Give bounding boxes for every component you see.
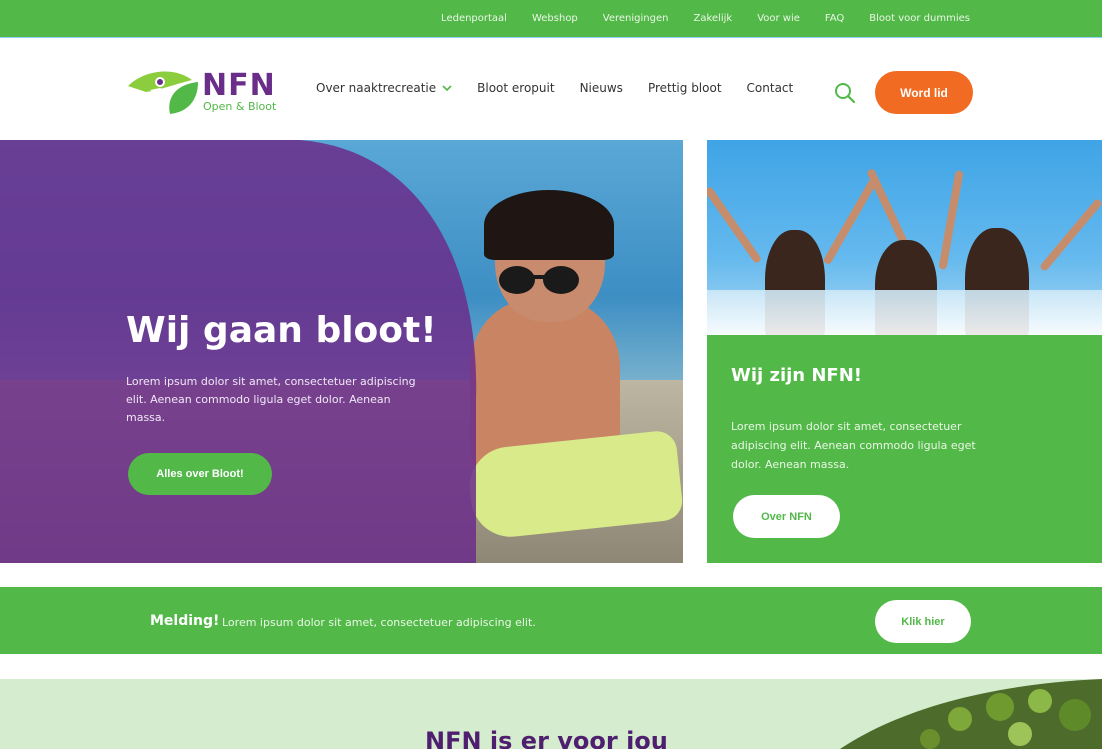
about-card: Wij zijn NFN! Lorem ipsum dolor sit amet… bbox=[707, 335, 1102, 563]
hero-banner: Wij gaan bloot! Lorem ipsum dolor sit am… bbox=[0, 140, 683, 563]
purple-overlay-shape bbox=[0, 140, 477, 563]
photo-arm bbox=[938, 170, 964, 270]
hero-text: Lorem ipsum dolor sit amet, consectetuer… bbox=[126, 375, 416, 424]
utility-link-webshop[interactable]: Webshop bbox=[532, 13, 578, 24]
hero-title: Wij gaan bloot! bbox=[126, 310, 437, 351]
logo-tagline: Open & Bloot bbox=[203, 100, 277, 113]
photo-arm bbox=[1039, 197, 1102, 273]
search-icon[interactable] bbox=[834, 82, 856, 104]
photo-arm bbox=[707, 185, 763, 265]
nav-item-prettig-bloot[interactable]: Prettig bloot bbox=[648, 81, 722, 95]
nav-item-bloot-eropuit[interactable]: Bloot eropuit bbox=[477, 81, 554, 95]
top-utility-bar: Ledenportaal Webshop Verenigingen Zakeli… bbox=[0, 0, 1102, 37]
notification-label: Melding! bbox=[150, 613, 220, 629]
foliage-image bbox=[840, 679, 1102, 749]
utility-links: Ledenportaal Webshop Verenigingen Zakeli… bbox=[416, 0, 970, 37]
section-title: NFN is er voor jou bbox=[425, 727, 668, 749]
utility-link-verenigingen[interactable]: Verenigingen bbox=[603, 13, 669, 24]
nav-item-nieuws[interactable]: Nieuws bbox=[580, 81, 623, 95]
utility-link-faq[interactable]: FAQ bbox=[825, 13, 844, 24]
utility-link-ledenportaal[interactable]: Ledenportaal bbox=[441, 13, 507, 24]
notification-bar: Melding! Lorem ipsum dolor sit amet, con… bbox=[0, 587, 1102, 654]
photo-arm bbox=[822, 174, 880, 266]
utility-link-zakelijk[interactable]: Zakelijk bbox=[693, 13, 732, 24]
about-card-text: Lorem ipsum dolor sit amet, consectetuer… bbox=[731, 420, 976, 471]
main-navigation: Over naaktrecreatie Bloot eropuit Nieuws… bbox=[316, 81, 818, 95]
logo-wordmark: NFN bbox=[202, 68, 276, 103]
nav-item-over-naaktrecreatie[interactable]: Over naaktrecreatie bbox=[316, 81, 452, 95]
main-header: NFN Open & Bloot Over naaktrecreatie Blo… bbox=[0, 37, 1102, 140]
utility-link-bloot-voor-dummies[interactable]: Bloot voor dummies bbox=[869, 13, 970, 24]
about-card-column: Wij zijn NFN! Lorem ipsum dolor sit amet… bbox=[707, 140, 1102, 563]
nav-item-contact[interactable]: Contact bbox=[747, 81, 794, 95]
notification-message: Lorem ipsum dolor sit amet, consectetuer… bbox=[222, 616, 536, 629]
alles-over-bloot-button[interactable]: Alles over Bloot! bbox=[128, 453, 272, 495]
logo-leaf-icon bbox=[128, 71, 198, 114]
about-card-title: Wij zijn NFN! bbox=[731, 365, 862, 386]
site-logo[interactable]: NFN Open & Bloot bbox=[126, 66, 286, 118]
photo-splash bbox=[707, 290, 1102, 335]
about-photo bbox=[707, 140, 1102, 335]
over-nfn-button[interactable]: Over NFN bbox=[733, 495, 840, 538]
intro-section: NFN is er voor jou bbox=[0, 679, 1102, 749]
utility-link-voor-wie[interactable]: Voor wie bbox=[757, 13, 800, 24]
word-lid-button[interactable]: Word lid bbox=[875, 71, 973, 114]
klik-hier-button[interactable]: Klik hier bbox=[875, 600, 971, 643]
nav-item-label: Over naaktrecreatie bbox=[316, 81, 437, 95]
chevron-down-icon bbox=[442, 85, 452, 92]
